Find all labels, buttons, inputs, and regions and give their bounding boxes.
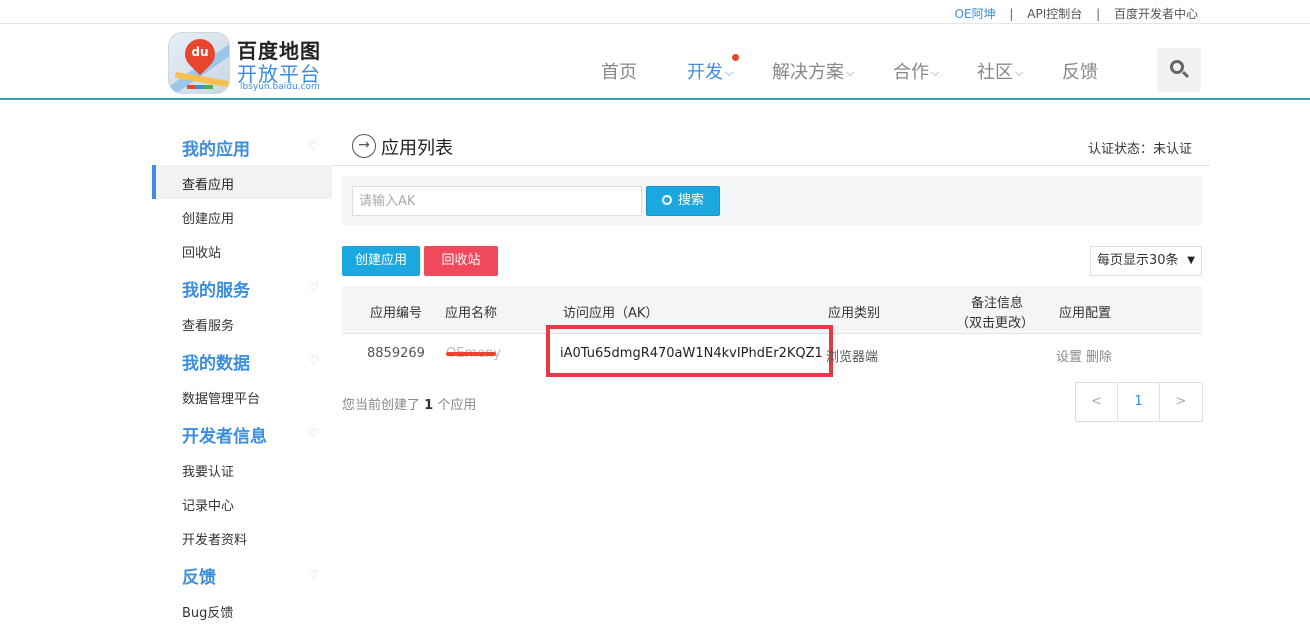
ak-highlight-box xyxy=(546,325,833,377)
nav-cooperation-label: 合作 xyxy=(893,62,929,83)
cell-app-type: 浏览器端 xyxy=(826,350,879,365)
sidebar-active-bg xyxy=(152,165,332,199)
next-page-button[interactable]: > xyxy=(1160,383,1202,421)
ak-search-input[interactable] xyxy=(352,186,642,216)
nav-community[interactable]: 社区 ⌵ xyxy=(977,58,1023,84)
dropdown-arrow-icon: ▼ xyxy=(1187,255,1195,266)
redaction-mark xyxy=(446,352,496,356)
delete-link[interactable]: 删除 xyxy=(1086,346,1112,365)
collapse-heart-icon[interactable]: ♡ xyxy=(308,426,319,440)
search-button[interactable]: 搜索 xyxy=(646,186,720,216)
collapse-heart-icon[interactable]: ♡ xyxy=(308,353,319,367)
sidebar-item-view-services[interactable]: 查看服务 xyxy=(182,315,234,334)
search-icon xyxy=(661,195,672,205)
th-config: 应用配置 xyxy=(1059,306,1112,321)
search-button-label: 搜索 xyxy=(677,193,704,208)
api-console-link[interactable]: API控制台 xyxy=(1027,5,1082,22)
recycle-bin-button[interactable]: 回收站 xyxy=(424,246,498,276)
nav-cooperation[interactable]: 合作 ⌵ xyxy=(893,58,939,84)
nav-solutions-label: 解决方案 xyxy=(772,62,844,83)
collapse-heart-icon[interactable]: ♡ xyxy=(308,139,319,153)
chevron-down-icon: ⌵ xyxy=(846,66,855,79)
page-title: 应用列表 xyxy=(381,138,453,159)
pagination: < 1 > xyxy=(1075,382,1203,422)
sidebar-item-certify[interactable]: 我要认证 xyxy=(182,461,234,480)
baidu-map-logo-icon[interactable]: du xyxy=(168,32,230,94)
page-1-button[interactable]: 1 xyxy=(1118,383,1160,421)
sidebar-item-view-apps[interactable]: 查看应用 xyxy=(182,174,234,193)
th-app-name: 应用名称 xyxy=(445,306,498,321)
page-size-value: 每页显示30条 xyxy=(1097,253,1179,268)
auth-status: 认证状态：未认证 xyxy=(1087,142,1192,157)
page-size-select[interactable]: 每页显示30条 ▼ xyxy=(1090,246,1202,276)
sidebar-item-dev-profile[interactable]: 开发者资料 xyxy=(182,529,247,548)
chevron-down-icon: ⌵ xyxy=(1015,66,1024,79)
th-app-id: 应用编号 xyxy=(370,306,423,321)
dev-center-link[interactable]: 百度开发者中心 xyxy=(1114,5,1198,22)
th-ak: 访问应用（AK） xyxy=(563,306,659,321)
sidebar-item-recycle-bin[interactable]: 回收站 xyxy=(182,242,221,261)
collapse-heart-icon[interactable]: ♡ xyxy=(308,567,319,581)
chevron-down-icon: ⌵ xyxy=(725,66,734,79)
site-header: du 百度地图 开放平台 lbsyun.baidu.com 首页 开发 ⌵ 解决方… xyxy=(0,24,1310,100)
sidebar-item-data-platform[interactable]: 数据管理平台 xyxy=(182,388,260,407)
title-divider xyxy=(332,165,1210,166)
sidebar-item-create-app[interactable]: 创建应用 xyxy=(182,208,234,227)
nav-home[interactable]: 首页 xyxy=(601,58,637,84)
th-note-hint: （双击更改） xyxy=(956,316,1035,331)
brand-domain: lbsyun.baidu.com xyxy=(240,82,320,92)
sidebar-section-feedback[interactable]: 反馈 xyxy=(182,563,216,588)
separator: | xyxy=(1009,7,1014,21)
user-link[interactable]: OE阿坤 xyxy=(955,5,996,22)
chevron-down-icon: ⌵ xyxy=(931,66,940,79)
nav-develop-label: 开发 xyxy=(687,62,723,83)
nav-community-label: 社区 xyxy=(977,62,1013,83)
sidebar-section-dev-info[interactable]: 开发者信息 xyxy=(182,422,267,447)
nav-develop[interactable]: 开发 ⌵ xyxy=(687,54,740,84)
separator: | xyxy=(1096,7,1101,21)
nav-feedback-label: 反馈 xyxy=(1062,62,1098,83)
sidebar-section-my-apps[interactable]: 我的应用 xyxy=(182,135,250,160)
header-search-button[interactable] xyxy=(1157,48,1201,92)
sidebar-section-my-services[interactable]: 我的服务 xyxy=(182,276,250,301)
notification-dot-icon xyxy=(732,54,740,61)
sidebar-item-records[interactable]: 记录中心 xyxy=(182,495,234,514)
count-suffix: 个应用 xyxy=(437,398,477,413)
sidebar-section-my-data[interactable]: 我的数据 xyxy=(182,349,250,374)
settings-link[interactable]: 设置 xyxy=(1056,346,1082,365)
top-utility-bar: OE阿坤 | API控制台 | 百度开发者中心 xyxy=(0,0,1310,24)
cell-app-id: 8859269 xyxy=(367,346,425,361)
nav-home-label: 首页 xyxy=(601,62,637,83)
nav-solutions[interactable]: 解决方案 ⌵ xyxy=(772,58,854,84)
th-note: 备注信息 xyxy=(971,296,1024,311)
th-app-type: 应用类别 xyxy=(828,306,881,321)
sidebar-item-bug-feedback[interactable]: Bug反馈 xyxy=(182,602,233,621)
count-value: 1 xyxy=(424,398,434,413)
logo-text: du xyxy=(191,45,209,59)
prev-page-button[interactable]: < xyxy=(1076,383,1118,421)
create-app-button[interactable]: 创建应用 xyxy=(342,246,420,276)
collapse-heart-icon[interactable]: ♡ xyxy=(308,280,319,294)
count-prefix: 您当前创建了 xyxy=(342,398,421,413)
nav-feedback[interactable]: 反馈 xyxy=(1062,58,1098,84)
arrow-right-circle-icon: → xyxy=(352,134,376,158)
app-count-text: 您当前创建了 1 个应用 xyxy=(342,394,476,413)
top-links: OE阿坤 | API控制台 | 百度开发者中心 xyxy=(955,5,1198,22)
